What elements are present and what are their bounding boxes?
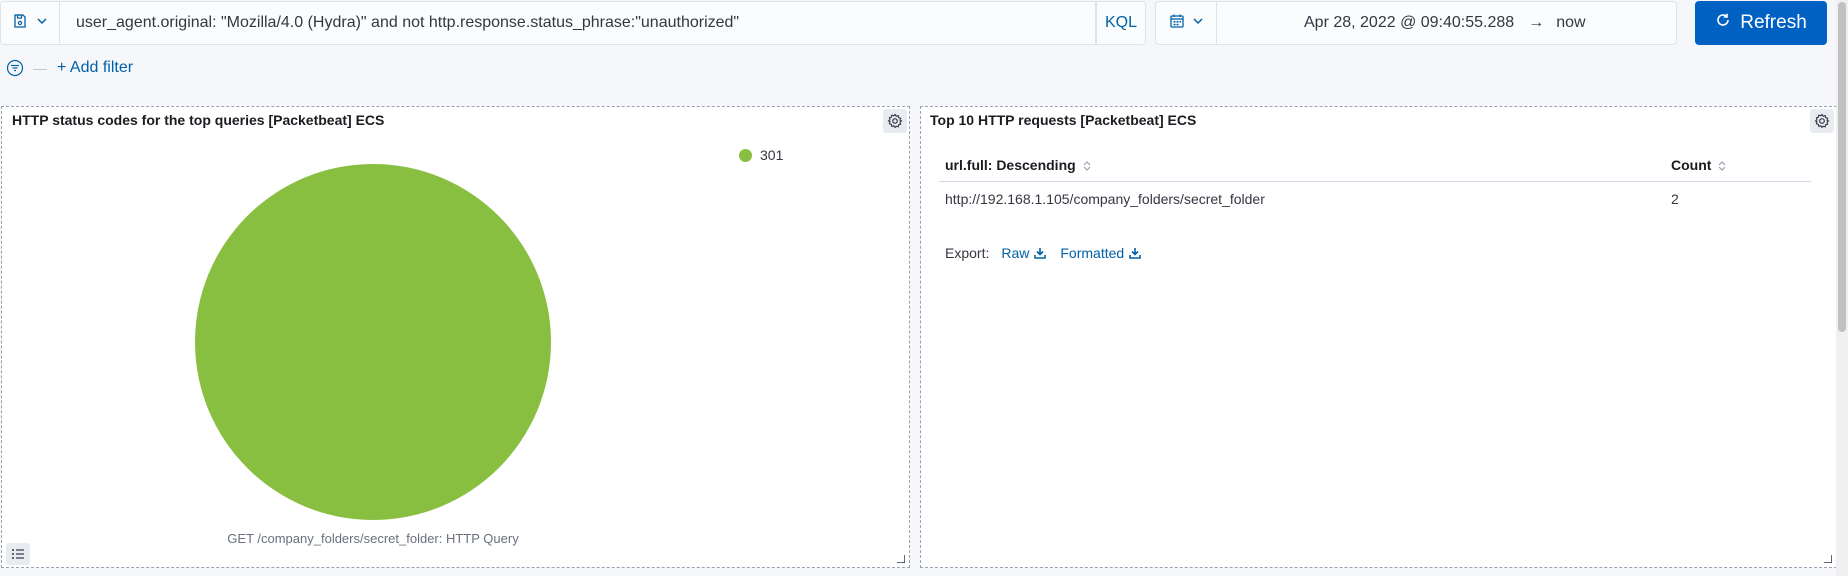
chart-legend: 301	[739, 147, 783, 163]
query-bar: user_agent.original: "Mozilla/4.0 (Hydra…	[0, 0, 1848, 50]
table-cell-url[interactable]: http://192.168.1.105/company_folders/sec…	[939, 182, 1665, 216]
filter-bar: — + Add filter	[0, 56, 400, 80]
column-header-count[interactable]: Count	[1665, 151, 1811, 182]
refresh-button[interactable]: Refresh	[1695, 1, 1827, 45]
pie-slice-label: GET /company_folders/secret_folder: HTTP…	[227, 531, 519, 546]
scrollbar-thumb[interactable]	[1838, 2, 1846, 332]
calendar-icon	[1169, 13, 1185, 34]
export-bar: Export: Raw Formatted	[945, 245, 1155, 261]
column-header-label: Count	[1671, 157, 1712, 174]
chevron-down-icon	[36, 14, 48, 32]
panel-options-gear-icon[interactable]	[883, 109, 907, 133]
export-raw-link[interactable]: Raw	[1001, 245, 1047, 261]
column-header-label: url.full: Descending	[945, 157, 1076, 174]
column-header-url[interactable]: url.full: Descending	[939, 151, 1665, 182]
table-header-row: url.full: Descending Count	[939, 151, 1811, 182]
status-codes-panel: HTTP status codes for the top queries [P…	[1, 106, 910, 568]
panel-title: HTTP status codes for the top queries [P…	[12, 112, 385, 128]
query-language-button[interactable]: KQL	[1096, 1, 1146, 45]
refresh-label: Refresh	[1740, 12, 1807, 33]
filter-divider: —	[33, 60, 47, 76]
export-raw-label: Raw	[1001, 245, 1030, 261]
date-range-picker[interactable]: Apr 28, 2022 @ 09:40:55.288 → now	[1217, 1, 1677, 45]
legend-toggle-button[interactable]	[6, 543, 30, 565]
filter-menu-icon[interactable]	[5, 58, 25, 78]
download-icon	[1129, 248, 1141, 259]
pie-slice-301[interactable]	[195, 164, 551, 520]
page-scrollbar[interactable]	[1836, 0, 1848, 576]
panel-title: Top 10 HTTP requests [Packetbeat] ECS	[930, 112, 1197, 128]
download-icon	[1034, 248, 1047, 259]
top-requests-panel: Top 10 HTTP requests [Packetbeat] ECS ur…	[920, 106, 1837, 568]
export-formatted-label: Formatted	[1060, 245, 1125, 261]
saved-query-icon	[12, 13, 28, 34]
end-date[interactable]: now	[1556, 14, 1585, 32]
start-date[interactable]: Apr 28, 2022 @ 09:40:55.288	[1304, 14, 1514, 32]
arrow-right-icon: →	[1528, 14, 1545, 31]
quick-date-button[interactable]	[1155, 1, 1217, 45]
legend-color-dot	[739, 148, 752, 162]
resize-handle-icon[interactable]	[897, 555, 905, 563]
pie-chart[interactable]	[195, 164, 551, 520]
export-label: Export:	[945, 245, 990, 261]
table-row: http://192.168.1.105/company_folders/sec…	[939, 182, 1811, 216]
chevron-down-icon	[1192, 14, 1204, 32]
legend-item-301[interactable]: 301	[760, 147, 783, 163]
query-input[interactable]: user_agent.original: "Mozilla/4.0 (Hydra…	[60, 1, 1096, 45]
table-cell-count[interactable]: 2	[1665, 182, 1811, 216]
add-filter-button[interactable]: + Add filter	[57, 59, 133, 77]
sort-icon	[1083, 159, 1091, 175]
sort-icon	[1718, 159, 1726, 175]
panel-options-gear-icon[interactable]	[1810, 109, 1834, 133]
resize-handle-icon[interactable]	[1824, 555, 1832, 563]
export-formatted-link[interactable]: Formatted	[1060, 245, 1141, 261]
refresh-icon	[1715, 12, 1731, 34]
requests-table: url.full: Descending Count http://192.16…	[939, 151, 1811, 215]
saved-query-button[interactable]	[0, 1, 60, 45]
